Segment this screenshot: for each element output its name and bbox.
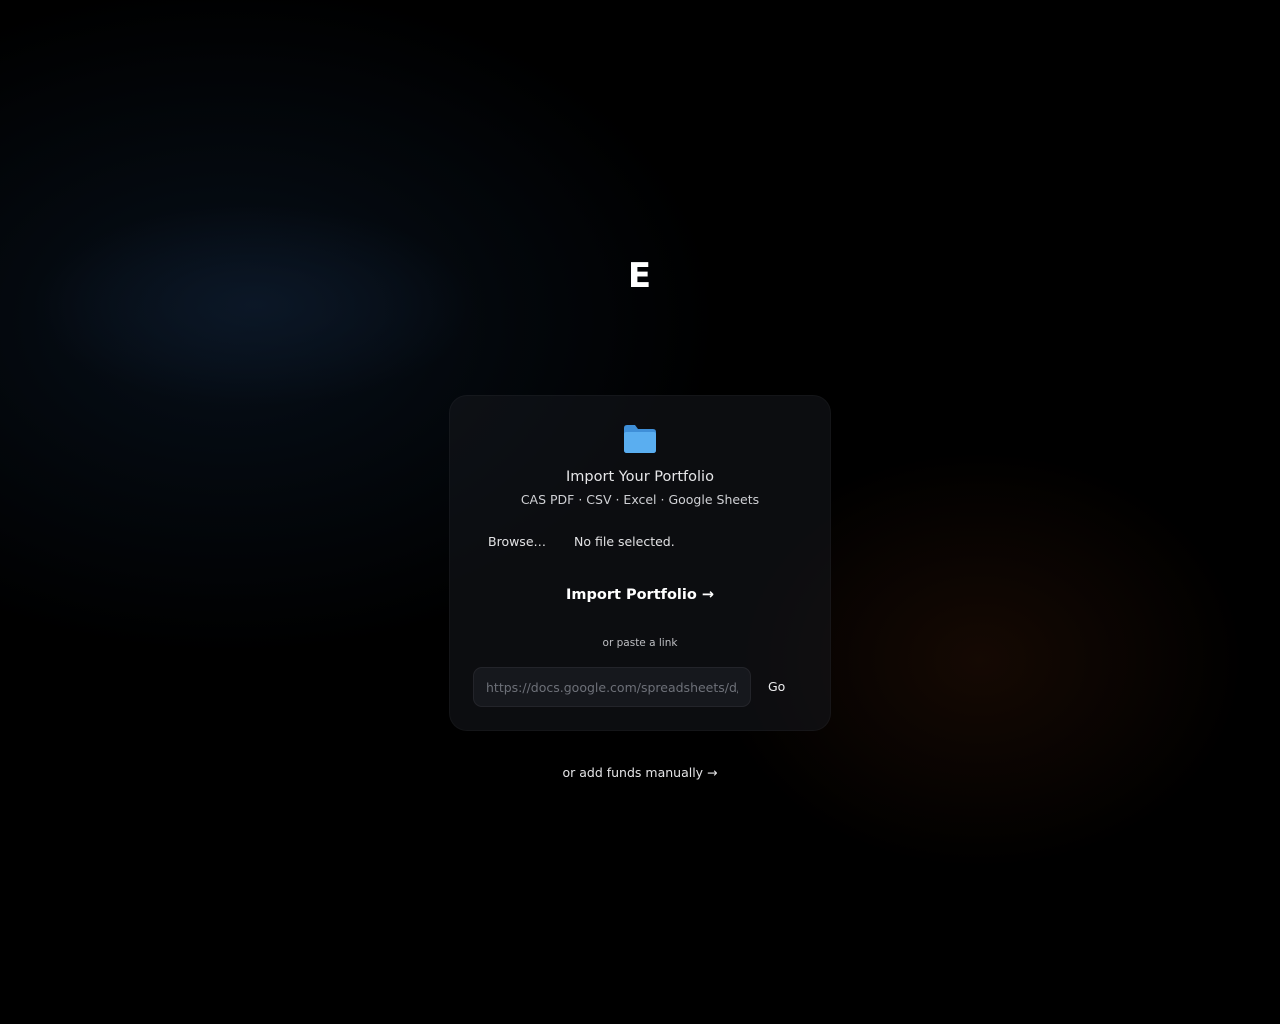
file-picker: Browse… No file selected. <box>488 534 675 550</box>
import-portfolio-button[interactable]: Import Portfolio → <box>450 585 830 605</box>
add-funds-manually-link[interactable]: or add funds manually → <box>0 765 1280 781</box>
import-card: Import Your Portfolio CAS PDF · CSV · Ex… <box>449 395 831 731</box>
import-title: Import Your Portfolio <box>566 469 714 485</box>
file-status: No file selected. <box>574 534 675 549</box>
app-logo: E <box>627 256 653 296</box>
folder-icon <box>624 425 656 453</box>
browse-button[interactable]: Browse… <box>488 534 546 550</box>
supported-formats: CAS PDF · CSV · Excel · Google Sheets <box>520 492 760 507</box>
go-button[interactable]: Go <box>768 679 785 695</box>
sheet-link-input[interactable] <box>473 667 751 707</box>
paste-link-label: or paste a link <box>602 637 678 649</box>
